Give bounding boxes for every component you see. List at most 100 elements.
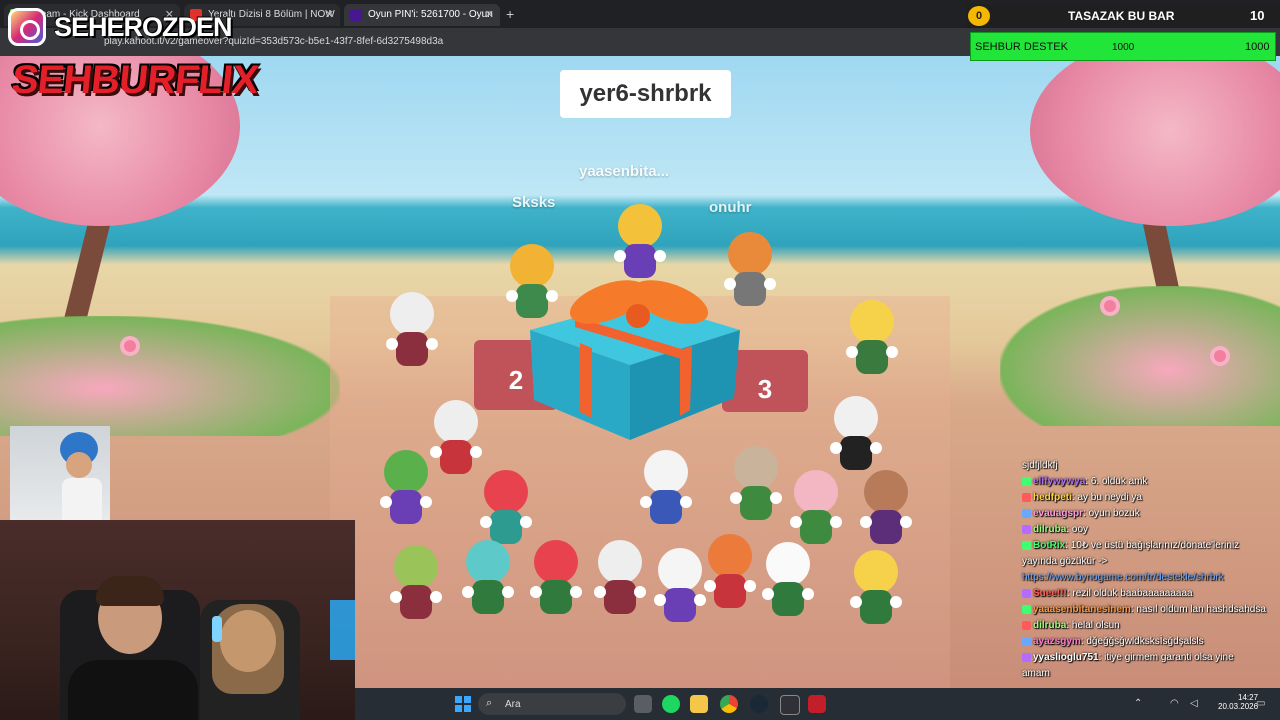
bar-title: TASAZAK BU BAR	[1068, 9, 1175, 23]
chat-username[interactable]: elifywywya	[1033, 476, 1085, 487]
volume-icon[interactable]: ◁	[1190, 698, 1198, 709]
player-nickname-card: yer6-shrbrk	[560, 70, 731, 118]
hair	[96, 576, 164, 606]
bar-count: 10	[1250, 8, 1265, 23]
player-avatar	[386, 292, 438, 372]
chat-message: dilruba: helal olsun	[1022, 620, 1120, 631]
destek-label: SEHBUR DESTEK	[975, 41, 1068, 53]
player-avatar	[830, 396, 882, 476]
notification-icon[interactable]: ▭	[1256, 698, 1265, 709]
player-avatar	[480, 470, 532, 550]
player-avatar	[762, 542, 814, 622]
stream-chat: sjdfjldkfj elifywywya: 6. olduk amk hedfpe…	[1018, 460, 1280, 679]
chrome-icon[interactable]	[720, 695, 738, 713]
player-avatar	[790, 470, 842, 550]
close-icon[interactable]: ✕	[325, 4, 334, 26]
chat-text: : helal olsun	[1066, 620, 1120, 631]
flower	[1100, 296, 1120, 316]
player-avatar	[430, 400, 482, 480]
chat-message: dilruba: ooy	[1022, 524, 1088, 535]
kahoot-icon	[350, 9, 362, 21]
chat-message: https://www.bynogame.com/tr/destekle/shr…	[1022, 572, 1224, 583]
chat-username[interactable]: dilruba	[1033, 524, 1066, 535]
chat-username[interactable]: yyaslioglu751	[1033, 652, 1099, 663]
player-avatar	[530, 540, 582, 620]
chat-username[interactable]: hedfpeti	[1033, 492, 1072, 503]
chat-message: sjdfjldkfj	[1022, 460, 1058, 471]
obs-icon[interactable]	[780, 695, 800, 715]
taskbar-search[interactable]	[478, 693, 626, 715]
chat-text: : 6. olduk amk	[1085, 476, 1148, 487]
player-avatar	[640, 450, 692, 530]
chat-text: : nasıl oldum lan hashdsahdsa	[1130, 604, 1266, 615]
chat-username[interactable]: dilruba	[1033, 620, 1066, 631]
flower-bush-left	[0, 316, 340, 436]
close-icon[interactable]: ✕	[485, 4, 494, 26]
chat-badge-icon	[1022, 508, 1031, 518]
player-avatar	[614, 204, 666, 284]
wifi-icon[interactable]: ◠	[1170, 698, 1179, 709]
chat-text: yayında gözükür ->	[1022, 556, 1108, 567]
task-view-icon[interactable]	[634, 695, 652, 713]
chat-text: : 10₺ ve üstü bağışlarınız/donate'lerini…	[1065, 540, 1240, 551]
chat-badge-icon	[1022, 588, 1031, 598]
shirt	[62, 478, 102, 522]
player-avatar	[654, 548, 706, 628]
face	[66, 452, 92, 478]
podium-player-name-second: Sksks	[512, 194, 556, 211]
new-tab-button[interactable]: +	[506, 6, 514, 22]
hair	[212, 604, 284, 694]
search-placeholder: Ara	[505, 699, 521, 710]
chat-badge-icon	[1022, 524, 1031, 534]
gift-box-icon	[530, 280, 740, 440]
chat-username[interactable]: evauagspr	[1033, 508, 1083, 519]
chat-badge-icon	[1022, 636, 1031, 646]
cherry-tree-right	[1030, 56, 1280, 226]
player-avatar	[594, 540, 646, 620]
webcam-small	[10, 426, 110, 522]
flower	[1210, 346, 1230, 366]
app-icon[interactable]	[808, 695, 826, 713]
chat-badge-icon	[1022, 540, 1031, 550]
podium-player-name-third: onuhr	[709, 199, 752, 216]
chat-username[interactable]: BotRix	[1033, 540, 1065, 551]
chat-message: ayazsgym: dğeğğsğwldksksİsğdşalsls	[1022, 636, 1204, 647]
chat-message: yayında gözükür ->	[1022, 556, 1107, 567]
chat-text: : ay bu neydi ya	[1071, 492, 1142, 503]
instagram-icon	[8, 8, 46, 46]
headphones	[212, 616, 222, 642]
clock-time: 14:27	[1238, 693, 1259, 702]
chat-username[interactable]: ayazsgym	[1033, 636, 1081, 647]
chat-username[interactable]: Suee!!!	[1033, 588, 1067, 599]
chat-text: https://www.bynogame.com/tr/destekle/shr…	[1022, 572, 1224, 583]
channel-brand-logo: SEHBURFLIX	[9, 58, 260, 102]
player-avatar	[462, 540, 514, 620]
instagram-handle: SEHEROZDEN	[54, 12, 233, 42]
windows-start-icon[interactable]	[455, 696, 471, 712]
chat-message: Suee!!!: rezil olduk baabaaaaaaaaa	[1022, 588, 1193, 599]
chat-username[interactable]: yaaasenbitanesinem	[1033, 604, 1131, 615]
player-avatar	[846, 300, 898, 380]
steam-icon[interactable]	[750, 695, 768, 713]
tab-kahoot[interactable]: Oyun PIN'i: 5261700 - Oyun ✕	[344, 4, 500, 26]
spotify-icon[interactable]	[662, 695, 680, 713]
tab-label: Oyun PIN'i: 5261700 - Oyun	[368, 9, 493, 20]
clock-date: 20.03.2026	[1218, 702, 1259, 711]
chat-text: : oyun bozuk	[1083, 508, 1140, 519]
file-explorer-icon[interactable]	[690, 695, 708, 713]
player-avatar	[730, 446, 782, 526]
tray-chevron-icon[interactable]: ⌃	[1134, 698, 1142, 709]
chat-badge-icon	[1022, 492, 1031, 502]
chat-message: elifywywya: 6. olduk amk	[1022, 476, 1148, 487]
destek-current-value: 1000	[1112, 42, 1135, 53]
chat-badge-icon	[1022, 476, 1031, 486]
taskbar-clock[interactable]: 14:27 20.03.2026	[1218, 693, 1258, 711]
chat-message: evauagspr: oyun bozuk	[1022, 508, 1140, 519]
chat-text: : itiye girmem garanti olsa yine	[1098, 652, 1234, 663]
player-avatar	[390, 545, 442, 625]
chat-badge-icon	[1022, 652, 1031, 662]
webcam-main	[0, 520, 355, 720]
podium-player-name-first: yaasenbita...	[579, 163, 670, 180]
chat-message: BotRix: 10₺ ve üstü bağışlarınız/donate'…	[1022, 540, 1239, 551]
chat-text: : dğeğğsğwldksksİsğdşalsls	[1080, 636, 1204, 647]
